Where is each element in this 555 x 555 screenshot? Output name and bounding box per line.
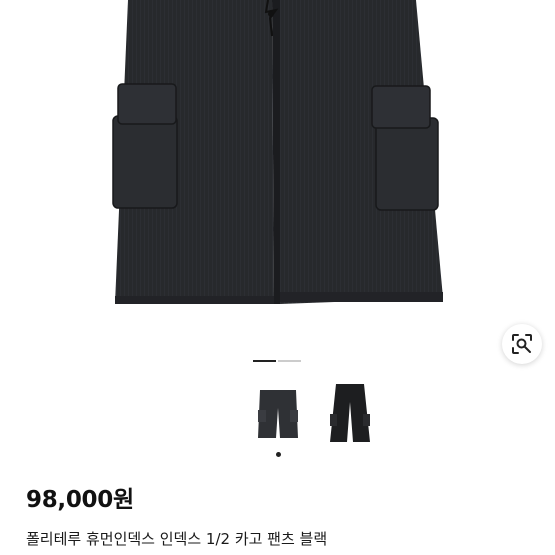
image-search-icon <box>512 334 532 354</box>
thumbnail-pants[interactable] <box>326 380 374 444</box>
product-title: 폴리테루 휴먼인덱스 인덱스 1/2 카고 팬츠 블랙 <box>26 530 328 548</box>
product-price: 98,000원 <box>26 487 134 513</box>
pager-segment-active <box>253 360 276 362</box>
pager-segment <box>278 360 301 362</box>
thumbnail-indicator-dot <box>276 452 281 457</box>
cargo-shorts-image <box>112 0 443 304</box>
thumbnail-shorts[interactable] <box>254 380 302 444</box>
product-image[interactable] <box>0 0 555 340</box>
thumbnail-strip <box>0 380 555 450</box>
image-search-button[interactable] <box>502 324 542 364</box>
image-pager <box>253 360 301 363</box>
